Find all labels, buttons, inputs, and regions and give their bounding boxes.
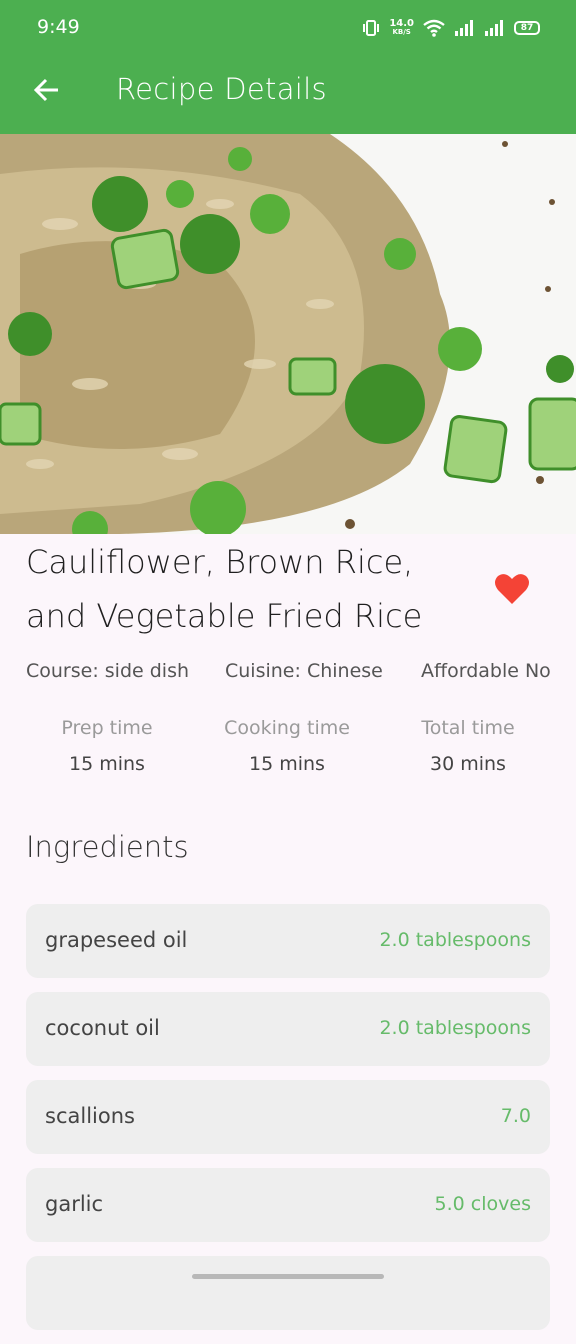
cooking-time-label: Cooking time xyxy=(224,717,350,739)
ingredient-name: garlic xyxy=(45,1192,104,1216)
favorite-button[interactable] xyxy=(494,572,530,606)
prep-time: Prep time 15 mins xyxy=(17,717,197,775)
ingredient-item[interactable]: garlic 5.0 cloves xyxy=(26,1168,550,1242)
back-button[interactable] xyxy=(26,72,66,112)
page-title: Recipe Details xyxy=(116,72,327,106)
total-time-value: 30 mins xyxy=(430,753,506,775)
ingredient-item[interactable] xyxy=(26,1256,550,1330)
signal-icon-1 xyxy=(454,19,476,37)
cuisine-label: Cuisine: Chinese xyxy=(225,660,383,682)
cooking-time-value: 15 mins xyxy=(249,753,325,775)
total-time-label: Total time xyxy=(421,717,515,739)
status-icons: 14.0 KB/S 87 xyxy=(361,16,540,40)
recipe-title: Cauliflower, Brown Rice, and Vegetable F… xyxy=(26,543,423,635)
network-speed-value: 14.0 xyxy=(389,18,414,29)
heart-icon xyxy=(494,574,530,610)
affordable-label: Affordable No xyxy=(421,660,551,682)
ingredient-name: coconut oil xyxy=(45,1016,160,1040)
network-speed-unit: KB/S xyxy=(392,28,411,36)
ingredients-title: Ingredients xyxy=(26,830,189,864)
recipe-image xyxy=(0,134,576,534)
app-bar: Recipe Details xyxy=(0,56,576,134)
prep-time-value: 15 mins xyxy=(69,753,145,775)
ingredient-name: scallions xyxy=(45,1104,135,1128)
status-bar: 9:49 14.0 KB/S 87 xyxy=(0,0,576,56)
ingredient-name: grapeseed oil xyxy=(45,928,188,952)
ingredient-item[interactable]: scallions 7.0 xyxy=(26,1080,550,1154)
course-label: Course: side dish xyxy=(26,660,190,682)
home-indicator[interactable] xyxy=(192,1274,384,1279)
network-speed: 14.0 KB/S xyxy=(389,19,414,37)
vibrate-icon xyxy=(361,18,381,38)
ingredient-quantity: 2.0 tablespoons xyxy=(379,1017,531,1039)
status-time: 9:49 xyxy=(37,16,80,38)
battery-icon: 87 xyxy=(514,21,540,35)
cooking-time: Cooking time 15 mins xyxy=(197,717,377,775)
ingredient-quantity: 5.0 cloves xyxy=(434,1193,531,1215)
arrow-left-icon xyxy=(31,75,61,109)
total-time: Total time 30 mins xyxy=(378,717,558,775)
ingredient-quantity: 2.0 tablespoons xyxy=(379,929,531,951)
ingredient-item[interactable]: coconut oil 2.0 tablespoons xyxy=(26,992,550,1066)
ingredient-item[interactable]: grapeseed oil 2.0 tablespoons xyxy=(26,904,550,978)
wifi-icon xyxy=(422,18,446,38)
prep-time-label: Prep time xyxy=(61,717,153,739)
signal-icon-2 xyxy=(484,19,506,37)
ingredient-quantity: 7.0 xyxy=(500,1105,531,1127)
